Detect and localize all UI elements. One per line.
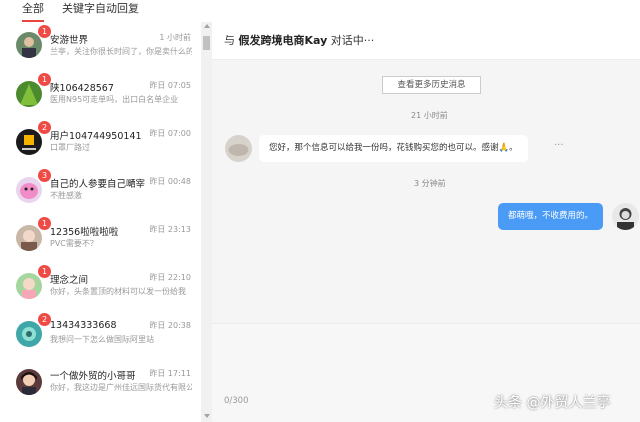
- outgoing-message-bubble: 都萌哦，不收费用的。: [498, 203, 604, 230]
- conversation-scrollbar[interactable]: [201, 22, 212, 422]
- message-more-icon[interactable]: ···: [554, 140, 564, 151]
- conversation-time: 昨日 07:00: [149, 129, 191, 138]
- conversation-item[interactable]: 2 13434333668 昨日 20:38 我想问一下怎么做国际阿里站: [0, 310, 200, 358]
- chat-header-prefix: 与: [224, 34, 235, 47]
- avatar: [16, 225, 42, 251]
- character-counter: 0/300: [224, 396, 249, 406]
- scroll-thumb[interactable]: [203, 36, 210, 50]
- contact-avatar: [225, 135, 252, 162]
- my-avatar: [612, 203, 639, 230]
- avatar: [16, 369, 42, 395]
- scroll-down-arrow-icon[interactable]: [204, 414, 210, 418]
- conversation-time: 昨日 17:11: [149, 369, 191, 378]
- avatar: [16, 177, 42, 203]
- conversation-time: 昨日 00:48: [149, 177, 191, 186]
- conversation-preview: 兰亭，关注你很长时间了，你是卖什么的: [50, 47, 192, 56]
- conversation-time: 1 小时前: [159, 33, 191, 42]
- chat-panel: 与 假发跨境电商Kay 对话中··· 查看更多历史消息 21 小时前 您好，那个…: [212, 22, 640, 422]
- conversation-preview: 口罩厂路过: [50, 143, 90, 152]
- conversation-item[interactable]: 1 陕106428567 昨日 07:05 医用N95可走单吗，出口白名单企业: [0, 70, 200, 118]
- conversation-name: 理念之间: [50, 275, 89, 286]
- avatar: [16, 273, 42, 299]
- tab-bar: 全部 关键字自动回复: [0, 0, 212, 22]
- tab-all[interactable]: 全部: [22, 0, 44, 22]
- view-more-history-button[interactable]: 查看更多历史消息: [382, 76, 481, 94]
- conversation-name: 自己的人参要自己嗮宰: [50, 179, 146, 190]
- chat-contact-name: 假发跨境电商Kay: [238, 34, 328, 47]
- conversation-item[interactable]: 1 理念之间 昨日 22:10 你好，头条置顶的材料可以发一份给我: [0, 262, 200, 310]
- conversation-preview: PVC需要不？: [50, 239, 98, 248]
- conversation-time: 昨日 22:10: [149, 273, 191, 282]
- avatar: [16, 129, 42, 155]
- conversation-item[interactable]: 一个做外贸的小哥哥 昨日 17:11 你好，我这边是广州佳远国际货代有限公司: [0, 358, 200, 406]
- conversation-item[interactable]: 1 12356啦啦啦啦 昨日 23:13 PVC需要不？: [0, 214, 200, 262]
- message-timestamp: 21 小时前: [411, 111, 448, 120]
- conversation-item[interactable]: 3 自己的人参要自己嗮宰 昨日 00:48 不胜感激: [0, 166, 200, 214]
- conversation-list: 1 安游世界 1 小时前 兰亭，关注你很长时间了，你是卖什么的 1 陕10642…: [0, 22, 200, 422]
- scroll-up-arrow-icon[interactable]: [204, 24, 210, 28]
- conversation-time: 昨日 23:13: [149, 225, 191, 234]
- conversation-name: 12356啦啦啦啦: [50, 227, 119, 238]
- chat-header: 与 假发跨境电商Kay 对话中···: [212, 22, 640, 60]
- conversation-name: 用户104744950141: [50, 131, 142, 142]
- conversation-preview: 我想问一下怎么做国际阿里站: [50, 335, 154, 344]
- conversation-name: 陕106428567: [50, 83, 114, 94]
- avatar: [16, 81, 42, 107]
- conversation-preview: 医用N95可走单吗，出口白名单企业: [50, 95, 179, 104]
- message-timestamp: 3 分钟前: [414, 179, 446, 188]
- conversation-item[interactable]: 1 安游世界 1 小时前 兰亭，关注你很长时间了，你是卖什么的: [0, 22, 200, 70]
- conversation-name: 一个做外贸的小哥哥: [50, 371, 136, 382]
- conversation-name: 13434333668: [50, 320, 117, 331]
- avatar: [16, 32, 42, 58]
- conversation-time: 昨日 20:38: [149, 321, 191, 330]
- conversation-time: 昨日 07:05: [149, 81, 191, 90]
- conversation-preview: 你好，头条置顶的材料可以发一份给我: [50, 287, 186, 296]
- watermark: 头条 @外贸人兰亭: [494, 395, 611, 411]
- tab-keyword-auto-reply[interactable]: 关键字自动回复: [62, 0, 139, 22]
- chat-header-status: 对话中···: [330, 34, 375, 47]
- conversation-name: 安游世界: [50, 35, 89, 46]
- conversation-item[interactable]: 2 用户104744950141 昨日 07:00 口罩厂路过: [0, 118, 200, 166]
- conversation-preview: 不胜感激: [50, 191, 82, 200]
- incoming-message-bubble: 您好，那个信息可以给我一份吗，花钱购买您的也可以。感谢🙏。: [259, 135, 528, 162]
- avatar: [16, 321, 42, 347]
- conversation-preview: 你好，我这边是广州佳远国际货代有限公司: [50, 383, 192, 392]
